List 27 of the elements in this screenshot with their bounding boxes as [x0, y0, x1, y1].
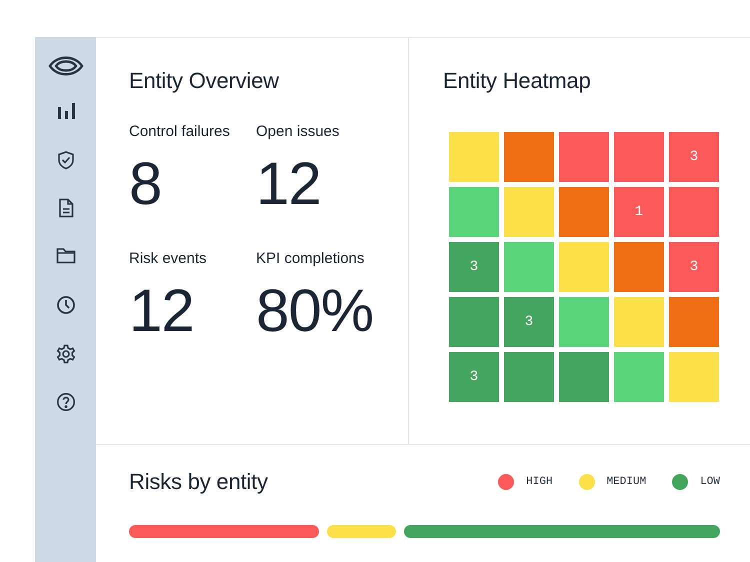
stat-value: 80% [256, 281, 374, 341]
help-icon[interactable] [56, 392, 76, 412]
clock-icon[interactable] [56, 295, 76, 315]
legend-label: MEDIUM [606, 476, 646, 488]
heatmap-cell: 3 [449, 242, 499, 292]
heatmap-cell: 3 [504, 297, 554, 347]
folder-icon[interactable] [56, 246, 76, 264]
heatmap-cell: 3 [669, 132, 719, 182]
card-title: Entity Heatmap [443, 68, 592, 94]
legend-label: HIGH [526, 476, 553, 488]
shield-icon[interactable] [56, 150, 74, 170]
card-title: Entity Overview [129, 68, 280, 94]
legend-label: LOW [700, 476, 720, 488]
stat-value: 8 [129, 154, 162, 214]
bar-chart-icon[interactable] [56, 101, 76, 121]
document-icon[interactable] [58, 198, 74, 218]
settings-icon[interactable] [56, 344, 76, 364]
stat-value: 12 [129, 281, 195, 341]
stat-label: Control failures [129, 123, 231, 140]
stat-label: Open issues [256, 123, 340, 140]
stat-value: 12 [256, 154, 322, 214]
heatmap-cell: 3 [449, 352, 499, 402]
heatmap-cell: 1 [614, 187, 664, 237]
heatmap-cell: 3 [669, 242, 719, 292]
card-title: Risks by entity [129, 469, 268, 495]
stat-label: Risk events [129, 250, 208, 267]
stat-label: KPI completions [256, 250, 366, 267]
